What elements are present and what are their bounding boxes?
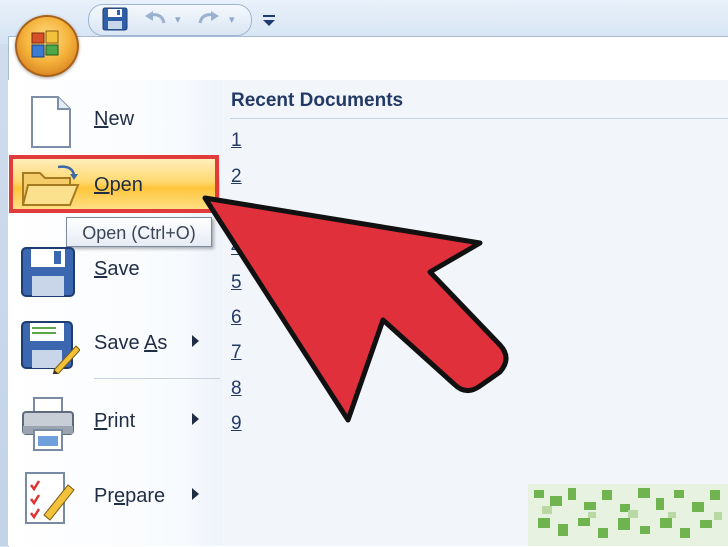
recent-documents-title: Recent Documents <box>231 90 404 111</box>
new-document-icon <box>20 94 76 155</box>
recent-document-item[interactable]: 5 <box>231 272 242 294</box>
menu-item-label: Save <box>94 258 140 280</box>
printer-icon <box>20 396 78 457</box>
redo-icon[interactable] <box>196 11 220 34</box>
recent-document-item[interactable]: 1 <box>231 130 242 152</box>
redo-dropdown-icon[interactable]: ▾ <box>229 13 235 26</box>
save-icon[interactable] <box>102 7 128 36</box>
recent-document-item[interactable]: 2 <box>231 166 242 188</box>
menu-item-label: Save As <box>94 332 168 354</box>
save-as-icon <box>20 318 81 379</box>
prepare-icon <box>20 471 78 534</box>
recent-document-item[interactable]: 7 <box>231 342 242 364</box>
recent-documents-panel <box>222 80 728 546</box>
menu-item-label: New <box>94 108 135 130</box>
save-disk-icon <box>20 244 76 305</box>
menu-item-label: Prepare <box>94 485 166 507</box>
recent-documents-separator <box>230 118 728 119</box>
menu-item-save[interactable]: Save <box>10 238 220 302</box>
menu-item-print[interactable]: Print <box>10 390 220 454</box>
menu-separator <box>94 378 220 379</box>
recent-document-item[interactable]: 4 <box>231 237 242 259</box>
office-button[interactable] <box>15 15 79 77</box>
menu-item-new[interactable]: New <box>10 88 220 152</box>
recent-document-item[interactable]: 8 <box>231 378 242 400</box>
submenu-arrow-icon <box>192 335 199 347</box>
recent-document-item[interactable]: 9 <box>231 413 242 435</box>
menu-item-label: Print <box>94 410 136 432</box>
office-logo-icon <box>31 30 59 58</box>
undo-icon[interactable] <box>144 11 168 34</box>
menu-item-prepare[interactable]: Prepare <box>10 465 220 529</box>
pixelated-watermark <box>528 484 728 546</box>
recent-document-item[interactable]: 6 <box>231 307 242 329</box>
undo-dropdown-icon[interactable]: ▾ <box>175 13 181 26</box>
submenu-arrow-icon <box>192 488 199 500</box>
submenu-arrow-icon <box>192 413 199 425</box>
customize-toolbar-icon[interactable] <box>262 13 276 32</box>
open-highlight-box <box>9 155 219 213</box>
menu-item-save-as[interactable]: Save As <box>10 312 220 376</box>
